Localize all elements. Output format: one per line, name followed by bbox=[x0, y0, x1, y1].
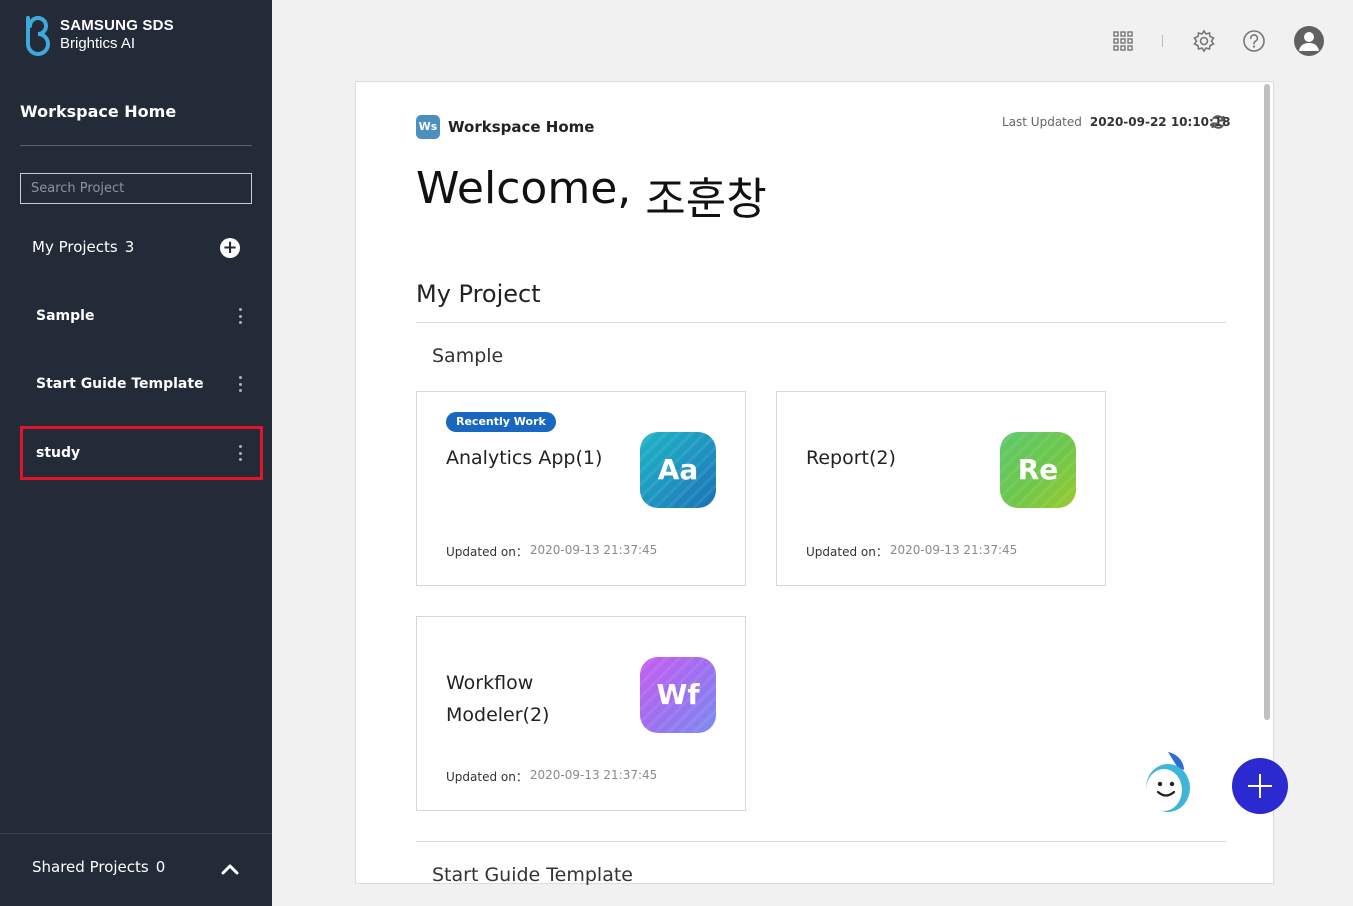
apps-grid-icon[interactable] bbox=[1110, 28, 1136, 54]
card-title: Workflow Modeler(2) bbox=[446, 672, 550, 726]
workspace-badge-icon: Ws bbox=[416, 115, 440, 139]
section-divider bbox=[416, 841, 1226, 842]
shared-projects-label: Shared Projects bbox=[32, 858, 149, 876]
card-updated: Updated on： 2020-09-13 21:37:45 bbox=[446, 768, 658, 784]
card-updated: Updated on： 2020-09-13 21:37:45 bbox=[446, 543, 658, 559]
add-project-button[interactable]: + bbox=[220, 238, 240, 258]
sidebar-project-label: Start Guide Template bbox=[36, 376, 204, 392]
sidebar-project-label: study bbox=[36, 445, 81, 461]
sidebar-project-sample[interactable]: Sample bbox=[20, 289, 263, 343]
my-projects-label: My Projects bbox=[32, 238, 118, 256]
welcome-prefix: Welcome, bbox=[416, 163, 632, 214]
app-card-analytics-app[interactable]: Recently Work Analytics App(1) Aa Update… bbox=[416, 391, 746, 586]
brightics-logo-icon bbox=[26, 16, 50, 56]
brand-product: Brightics AI bbox=[60, 35, 136, 52]
analytics-app-icon: Aa bbox=[640, 432, 716, 508]
sidebar-divider bbox=[20, 145, 252, 146]
more-options-icon[interactable] bbox=[233, 374, 247, 394]
brand-company: SAMSUNG SDS bbox=[60, 17, 174, 34]
shared-projects-count: 0 bbox=[155, 858, 166, 876]
sidebar: SAMSUNG SDS Brightics AI Workspace Home … bbox=[0, 0, 272, 906]
shared-projects-header[interactable]: Shared Projects 0 bbox=[32, 858, 165, 876]
last-updated-label: Last Updated bbox=[1002, 115, 1082, 129]
settings-gear-icon[interactable] bbox=[1191, 28, 1217, 54]
last-updated: Last Updated 2020-09-22 10:10:18 bbox=[1002, 115, 1231, 129]
workspace-title: Workspace Home bbox=[448, 118, 595, 136]
panel-scrollbar[interactable] bbox=[1264, 84, 1270, 720]
my-projects-count: 3 bbox=[124, 238, 135, 256]
more-options-icon[interactable] bbox=[233, 443, 247, 463]
card-updated: Updated on： 2020-09-13 21:37:45 bbox=[806, 543, 1018, 559]
project-group-title: Start Guide Template bbox=[432, 864, 633, 886]
card-title: Analytics App(1) bbox=[446, 447, 603, 469]
project-group-title: Sample bbox=[432, 345, 504, 367]
workflow-modeler-icon: Wf bbox=[640, 657, 716, 733]
report-icon: Re bbox=[1000, 432, 1076, 508]
refresh-icon[interactable] bbox=[1210, 114, 1226, 130]
welcome-user-name: 조훈창 bbox=[645, 174, 767, 225]
chatbot-mascot-icon[interactable] bbox=[1138, 748, 1194, 814]
help-icon[interactable] bbox=[1241, 28, 1267, 54]
search-project-input[interactable] bbox=[20, 173, 252, 204]
user-avatar-icon[interactable] bbox=[1294, 26, 1324, 56]
user-silhouette-icon bbox=[1299, 32, 1319, 51]
my-project-heading: My Project bbox=[416, 280, 541, 308]
sidebar-workspace-home[interactable]: Workspace Home bbox=[20, 102, 176, 121]
app-card-report[interactable]: Report(2) Re Updated on： 2020-09-13 21:3… bbox=[776, 391, 1106, 586]
add-floating-button[interactable] bbox=[1232, 758, 1288, 814]
app-card-workflow-modeler[interactable]: Workflow Modeler(2) Wf Updated on： 2020-… bbox=[416, 616, 746, 811]
sidebar-project-label: Sample bbox=[36, 308, 95, 324]
brand[interactable]: SAMSUNG SDS Brightics AI bbox=[22, 14, 174, 56]
chevron-up-icon[interactable] bbox=[221, 862, 239, 876]
sidebar-project-start-guide-template[interactable]: Start Guide Template bbox=[20, 357, 263, 411]
topbar-separator bbox=[1162, 35, 1163, 47]
sidebar-project-study[interactable]: study bbox=[20, 426, 263, 480]
more-options-icon[interactable] bbox=[233, 306, 247, 326]
recently-work-badge: Recently Work bbox=[446, 412, 556, 432]
section-divider bbox=[416, 322, 1226, 323]
card-title: Report(2) bbox=[806, 447, 896, 469]
welcome-heading: Welcome, 조훈창 bbox=[416, 163, 767, 227]
my-projects-header: My Projects 3 bbox=[32, 238, 134, 256]
